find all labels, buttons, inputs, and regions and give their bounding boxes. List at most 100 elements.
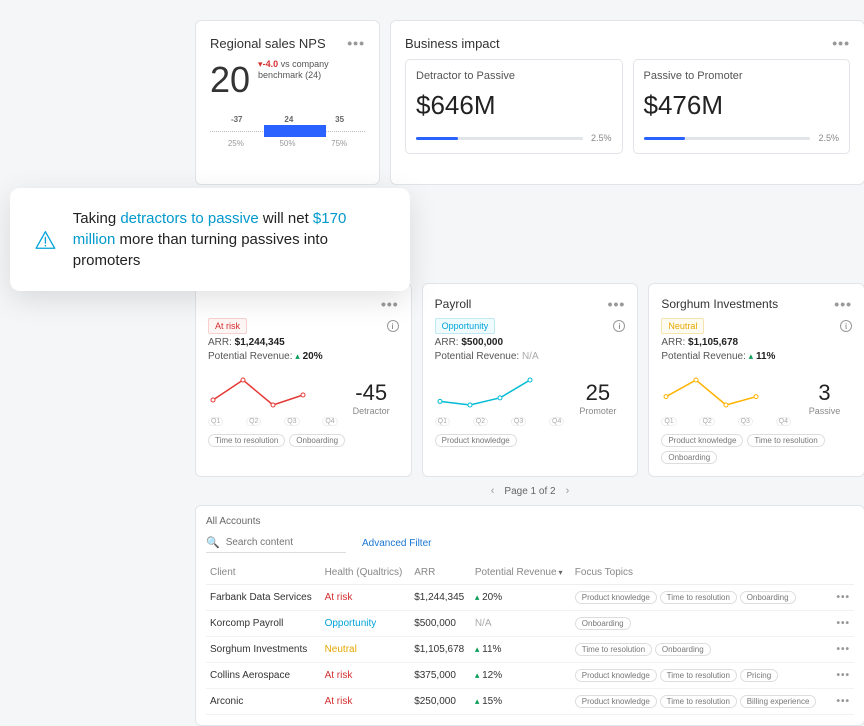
table-row[interactable]: Collins Aerospace At risk $375,000 ▴ 12%… bbox=[206, 663, 854, 689]
search-input[interactable] bbox=[226, 537, 346, 548]
focus-tags: Product knowledge Time to resolution Onboa… bbox=[661, 434, 852, 464]
account-more-button[interactable]: ••• bbox=[381, 296, 399, 312]
cell-health: At risk bbox=[321, 663, 411, 689]
cell-tags: Product knowledge Time to resolution Pri… bbox=[571, 663, 832, 689]
tag[interactable]: Product knowledge bbox=[435, 434, 517, 447]
cell-tags: Product knowledge Time to resolution Onb… bbox=[571, 585, 832, 611]
account-card: Payroll ••• Opportunity i ARR: $500,000 … bbox=[422, 283, 639, 477]
tag[interactable]: Pricing bbox=[740, 669, 778, 682]
cell-arr: $1,105,678 bbox=[410, 637, 471, 663]
score: 25 Promoter bbox=[570, 380, 625, 416]
account-more-button[interactable]: ••• bbox=[608, 296, 626, 312]
status-badge: Neutral bbox=[661, 318, 704, 334]
tag[interactable]: Time to resolution bbox=[660, 591, 737, 604]
pager-text: Page 1 of 2 bbox=[504, 486, 555, 497]
cell-potential: ▴ 20% bbox=[471, 585, 571, 611]
pager-prev-button[interactable]: ‹ bbox=[491, 485, 495, 497]
cell-client: Collins Aerospace bbox=[206, 663, 321, 689]
account-more-button[interactable]: ••• bbox=[834, 296, 852, 312]
table-row[interactable]: Arconic At risk $250,000 ▴ 15% Product k… bbox=[206, 689, 854, 715]
col-header[interactable]: Health (Qualtrics) bbox=[321, 561, 411, 585]
search-icon: 🔍 bbox=[206, 536, 220, 549]
tag[interactable]: Billing experience bbox=[740, 695, 817, 708]
tag[interactable]: Onboarding bbox=[740, 591, 796, 604]
col-header[interactable]: Client bbox=[206, 561, 321, 585]
cell-potential: ▴ 15% bbox=[471, 689, 571, 715]
tag[interactable]: Time to resolution bbox=[660, 695, 737, 708]
row-more-button[interactable]: ••• bbox=[831, 663, 854, 689]
cell-tags: Product knowledge Time to resolution Bil… bbox=[571, 689, 832, 715]
account-card: Sorghum Investments ••• Neutral i ARR: $… bbox=[648, 283, 864, 477]
sparkline bbox=[661, 370, 761, 410]
arr-line: ARR: $500,000 bbox=[435, 337, 626, 348]
nps-value: 20 bbox=[210, 59, 250, 101]
info-icon[interactable]: i bbox=[387, 320, 399, 332]
cell-health: At risk bbox=[321, 689, 411, 715]
advanced-filter-link[interactable]: Advanced Filter bbox=[362, 538, 431, 549]
impact-sub-title: Passive to Promoter bbox=[644, 70, 840, 82]
insight-callout: Taking detractors to passive will net $1… bbox=[10, 188, 410, 291]
cell-health: Opportunity bbox=[321, 611, 411, 637]
score: 3 Passive bbox=[797, 380, 852, 416]
potential-line: Potential Revenue: N/A bbox=[435, 351, 626, 362]
cell-health: At risk bbox=[321, 585, 411, 611]
status-badge: Opportunity bbox=[435, 318, 496, 334]
nps-card: Regional sales NPS ••• 20 ▾-4.0 vs compa… bbox=[195, 20, 380, 185]
impact-subcard: Detractor to Passive $646M 2.5% bbox=[405, 59, 623, 154]
focus-tags: Product knowledge bbox=[435, 434, 626, 447]
table-row[interactable]: Korcomp Payroll Opportunity $500,000 N/A… bbox=[206, 611, 854, 637]
impact-progress: 2.5% bbox=[416, 133, 612, 143]
search-box[interactable]: 🔍 bbox=[206, 533, 346, 553]
arr-line: ARR: $1,105,678 bbox=[661, 337, 852, 348]
cell-arr: $250,000 bbox=[410, 689, 471, 715]
tag[interactable]: Product knowledge bbox=[575, 669, 657, 682]
cell-potential: ▴ 12% bbox=[471, 663, 571, 689]
tag[interactable]: Product knowledge bbox=[575, 591, 657, 604]
col-header[interactable]: Potential Revenue▾ bbox=[471, 561, 571, 585]
cell-client: Arconic bbox=[206, 689, 321, 715]
status-badge: At risk bbox=[208, 318, 247, 334]
pager: ‹ Page 1 of 2 › bbox=[195, 485, 864, 497]
nps-scale: -372435 25%50%75% bbox=[210, 115, 365, 153]
table-row[interactable]: Sorghum Investments Neutral $1,105,678 ▴… bbox=[206, 637, 854, 663]
arr-line: ARR: $1,244,345 bbox=[208, 337, 399, 348]
col-header[interactable]: ARR bbox=[410, 561, 471, 585]
tag[interactable]: Time to resolution bbox=[747, 434, 824, 447]
cell-arr: $1,244,345 bbox=[410, 585, 471, 611]
tag[interactable]: Onboarding bbox=[575, 617, 631, 630]
cell-client: Farbank Data Services bbox=[206, 585, 321, 611]
col-header[interactable]: Focus Topics bbox=[571, 561, 832, 585]
score: -45 Detractor bbox=[344, 380, 399, 416]
tag[interactable]: Time to resolution bbox=[575, 643, 652, 656]
tag[interactable]: Product knowledge bbox=[575, 695, 657, 708]
tag[interactable]: Time to resolution bbox=[208, 434, 285, 447]
business-impact-card: Business impact ••• Detractor to Passive… bbox=[390, 20, 864, 185]
impact-value: $476M bbox=[644, 90, 840, 121]
tag[interactable]: Time to resolution bbox=[660, 669, 737, 682]
cell-tags: Onboarding bbox=[571, 611, 832, 637]
cell-client: Korcomp Payroll bbox=[206, 611, 321, 637]
info-icon[interactable]: i bbox=[613, 320, 625, 332]
pager-next-button[interactable]: › bbox=[566, 485, 570, 497]
row-more-button[interactable]: ••• bbox=[831, 637, 854, 663]
cell-arr: $375,000 bbox=[410, 663, 471, 689]
row-more-button[interactable]: ••• bbox=[831, 611, 854, 637]
focus-tags: Time to resolution Onboarding bbox=[208, 434, 399, 447]
nps-more-button[interactable]: ••• bbox=[347, 35, 365, 51]
sort-desc-icon[interactable]: ▾ bbox=[559, 568, 563, 577]
table-row[interactable]: Farbank Data Services At risk $1,244,345… bbox=[206, 585, 854, 611]
accounts-table-card: All Accounts 🔍 Advanced Filter ClientHea… bbox=[195, 505, 864, 726]
row-more-button[interactable]: ••• bbox=[831, 689, 854, 715]
cell-arr: $500,000 bbox=[410, 611, 471, 637]
tag[interactable]: Onboarding bbox=[289, 434, 345, 447]
info-icon[interactable]: i bbox=[840, 320, 852, 332]
impact-more-button[interactable]: ••• bbox=[832, 35, 850, 51]
tag[interactable]: Product knowledge bbox=[661, 434, 743, 447]
alert-icon bbox=[34, 218, 57, 262]
row-more-button[interactable]: ••• bbox=[831, 585, 854, 611]
impact-sub-title: Detractor to Passive bbox=[416, 70, 612, 82]
all-accounts-label: All Accounts bbox=[206, 516, 854, 527]
cell-potential: N/A bbox=[471, 611, 571, 637]
tag[interactable]: Onboarding bbox=[661, 451, 717, 464]
tag[interactable]: Onboarding bbox=[655, 643, 711, 656]
